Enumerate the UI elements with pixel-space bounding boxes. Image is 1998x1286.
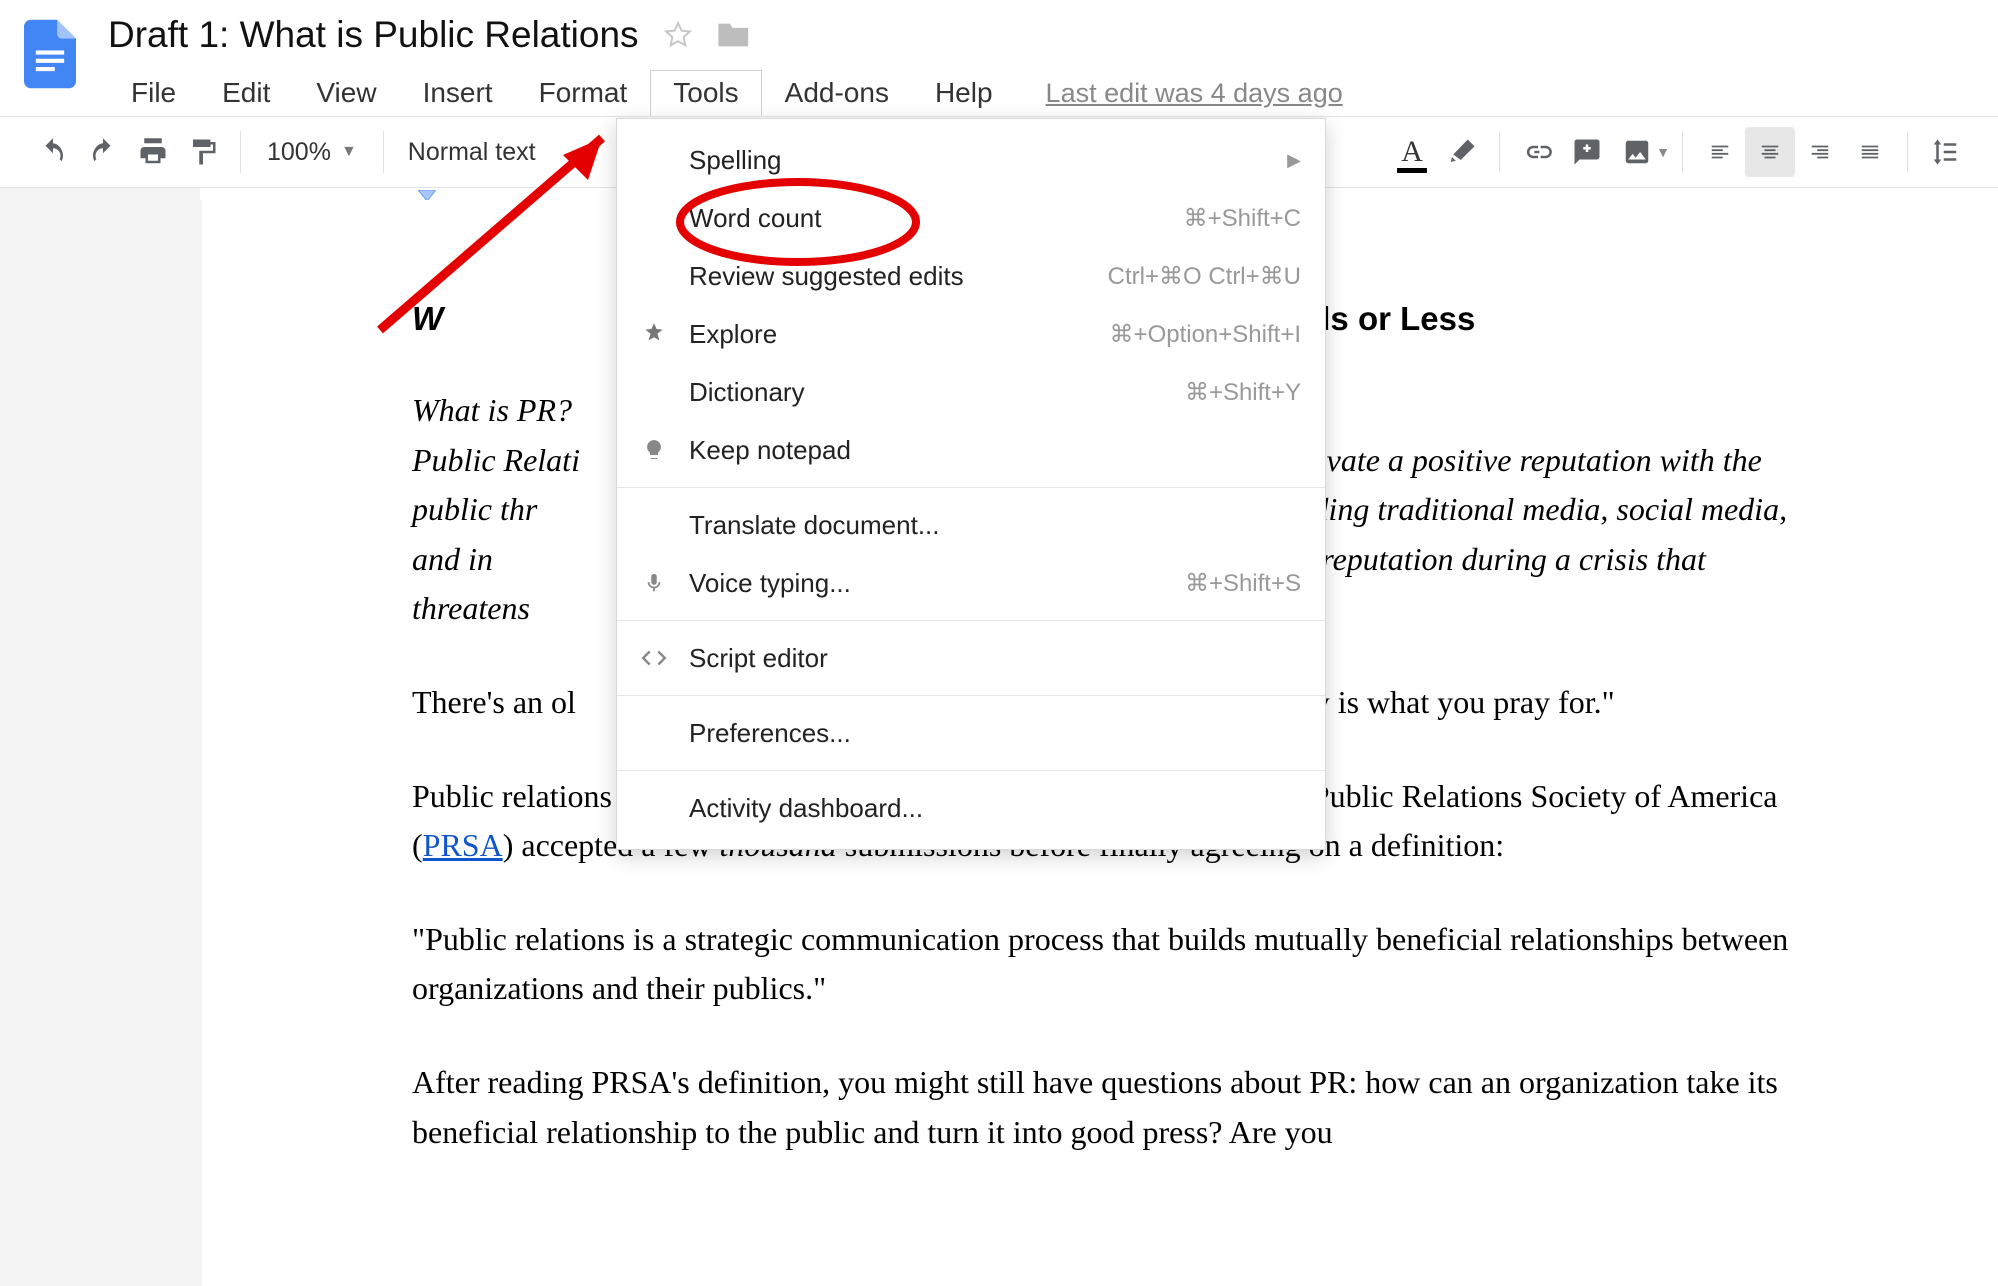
undo-button[interactable] xyxy=(28,127,78,177)
document-title[interactable]: Draft 1: What is Public Relations xyxy=(108,14,639,56)
lightbulb-icon xyxy=(637,433,671,467)
menu-item-translate[interactable]: Translate document... xyxy=(617,496,1325,554)
shortcut-label: ⌘+Shift+Y xyxy=(1185,378,1301,407)
menu-item-review-edits[interactable]: Review suggested edits Ctrl+⌘O Ctrl+⌘U xyxy=(617,247,1325,305)
menu-insert[interactable]: Insert xyxy=(400,70,516,116)
menu-item-activity-dashboard[interactable]: Activity dashboard... xyxy=(617,779,1325,837)
prsa-link[interactable]: PRSA xyxy=(423,827,503,863)
highlight-color-button[interactable] xyxy=(1437,127,1487,177)
insert-link-button[interactable] xyxy=(1512,127,1562,177)
chevron-down-icon: ▼ xyxy=(1656,144,1670,160)
star-icon[interactable] xyxy=(663,20,693,50)
shortcut-label: Ctrl+⌘O Ctrl+⌘U xyxy=(1108,262,1301,291)
print-button[interactable] xyxy=(128,127,178,177)
text-color-button[interactable]: A xyxy=(1387,127,1437,177)
menu-item-spelling[interactable]: Spelling ▶ xyxy=(617,131,1325,189)
styles-select[interactable]: Normal text xyxy=(396,138,548,167)
menu-item-script-editor[interactable]: Script editor xyxy=(617,629,1325,687)
zoom-select[interactable]: 100%▼ xyxy=(253,138,371,167)
submenu-arrow-icon: ▶ xyxy=(1287,150,1301,171)
document-paragraph: After reading PRSA's definition, you mig… xyxy=(412,1058,1792,1157)
shortcut-label: ⌘+Shift+C xyxy=(1184,204,1301,233)
document-paragraph: "Public relations is a strategic communi… xyxy=(412,915,1792,1014)
tools-dropdown-menu: Spelling ▶ Word count ⌘+Shift+C Review s… xyxy=(616,118,1326,850)
align-center-button[interactable] xyxy=(1745,127,1795,177)
menu-item-keep-notepad[interactable]: Keep notepad xyxy=(617,421,1325,479)
menu-file[interactable]: File xyxy=(108,70,199,116)
menu-item-preferences[interactable]: Preferences... xyxy=(617,704,1325,762)
add-comment-button[interactable] xyxy=(1562,127,1612,177)
menu-tools[interactable]: Tools xyxy=(650,70,761,116)
docs-logo-icon[interactable] xyxy=(20,14,80,94)
microphone-icon xyxy=(637,566,671,600)
menu-item-dictionary[interactable]: Dictionary ⌘+Shift+Y xyxy=(617,363,1325,421)
menu-item-voice-typing[interactable]: Voice typing... ⌘+Shift+S xyxy=(617,554,1325,612)
menu-item-explore[interactable]: Explore ⌘+Option+Shift+I xyxy=(617,305,1325,363)
explore-icon xyxy=(637,317,671,351)
menu-format[interactable]: Format xyxy=(516,70,651,116)
menu-item-word-count[interactable]: Word count ⌘+Shift+C xyxy=(617,189,1325,247)
shortcut-label: ⌘+Option+Shift+I xyxy=(1110,320,1301,349)
align-right-button[interactable] xyxy=(1795,127,1845,177)
move-folder-icon[interactable] xyxy=(717,20,751,50)
line-spacing-button[interactable] xyxy=(1920,127,1970,177)
app-header: Draft 1: What is Public Relations File E… xyxy=(0,0,1998,116)
menubar: File Edit View Insert Format Tools Add-o… xyxy=(108,70,1998,116)
insert-image-button[interactable] xyxy=(1612,127,1662,177)
menu-addons[interactable]: Add-ons xyxy=(762,70,912,116)
paint-format-button[interactable] xyxy=(178,127,228,177)
align-justify-button[interactable] xyxy=(1845,127,1895,177)
menu-help[interactable]: Help xyxy=(912,70,1016,116)
align-left-button[interactable] xyxy=(1695,127,1745,177)
last-edit-link[interactable]: Last edit was 4 days ago xyxy=(1046,78,1343,109)
menu-edit[interactable]: Edit xyxy=(199,70,293,116)
redo-button[interactable] xyxy=(78,127,128,177)
menu-view[interactable]: View xyxy=(293,70,399,116)
code-icon xyxy=(637,641,671,675)
shortcut-label: ⌘+Shift+S xyxy=(1185,569,1301,598)
